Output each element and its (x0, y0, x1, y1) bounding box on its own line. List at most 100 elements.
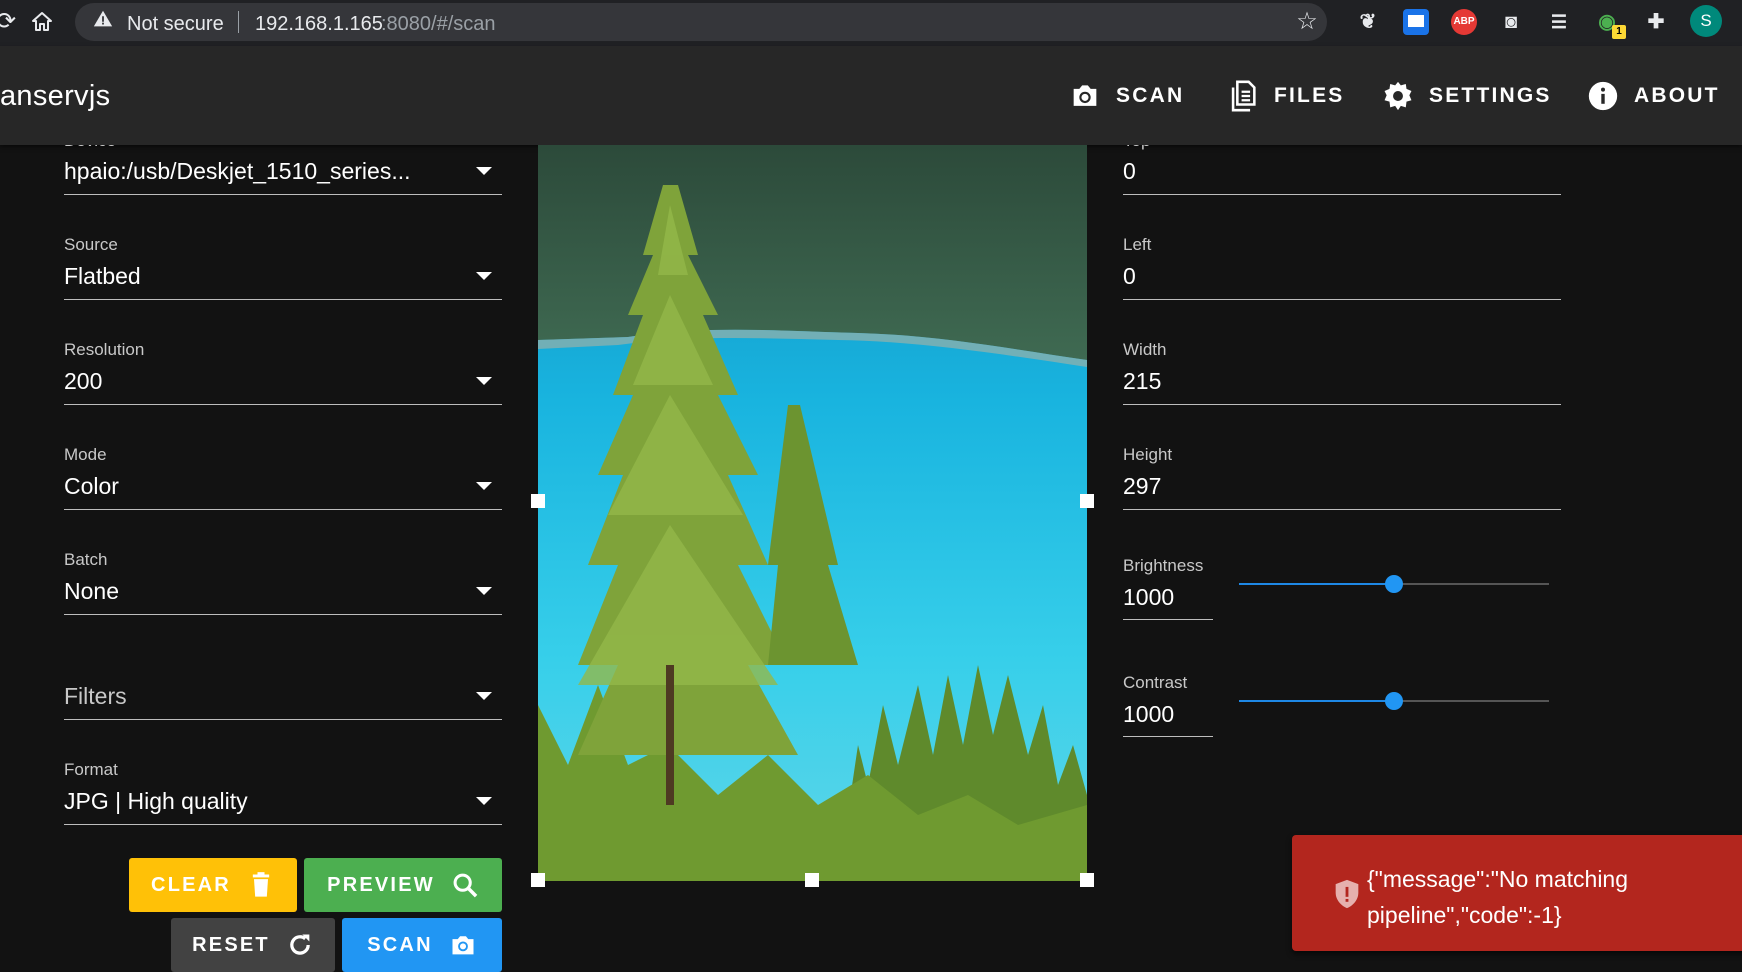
clear-button-label: CLEAR (151, 873, 231, 896)
gear-icon (1384, 81, 1412, 111)
camera-icon (1073, 85, 1097, 106)
scan-button[interactable]: SCAN (342, 918, 502, 972)
shield-alert-icon (1335, 879, 1359, 909)
url-host: 192.168.1.165 (255, 13, 383, 35)
device-value: hpaio:/usb/Deskjet_1510_series... (64, 158, 411, 184)
app-bar: anservjs SCAN FILES SETTINGS ABOUT (0, 46, 1742, 145)
nav-about[interactable]: ABOUT (1586, 74, 1720, 118)
source-value: Flatbed (64, 263, 141, 289)
batch-select[interactable]: Batch None (64, 548, 502, 615)
crop-handle-bottom-left[interactable] (531, 873, 545, 887)
brightness-slider-thumb[interactable] (1385, 575, 1403, 593)
top-input[interactable]: Top 0 (1123, 145, 1561, 195)
chevron-down-icon (476, 797, 492, 805)
omnibox-divider (238, 11, 239, 33)
nav-files[interactable]: FILES (1226, 74, 1345, 118)
width-value: 215 (1123, 368, 1162, 394)
nav-scan[interactable]: SCAN (1068, 74, 1184, 118)
scan-preview-image[interactable] (538, 145, 1087, 881)
batch-label: Batch (64, 550, 108, 569)
error-snackbar[interactable]: {"message":"No matching pipeline","code"… (1292, 835, 1742, 951)
extensions-puzzle-icon[interactable]: ✚ (1643, 9, 1669, 35)
nav-settings-label: SETTINGS (1429, 84, 1552, 107)
extension-camera-icon[interactable]: ◙ (1498, 9, 1524, 35)
top-value: 0 (1123, 158, 1136, 184)
browser-toolbar: ⟳ Not secure 192.168.1.165 :8080/#/scan … (0, 0, 1742, 46)
height-input[interactable]: Height 297 (1123, 443, 1561, 510)
refresh-icon (290, 934, 310, 955)
extension-mask-icon[interactable]: ☰ (1546, 9, 1572, 35)
crop-handle-bottom-right[interactable] (1080, 873, 1094, 887)
trash-icon (252, 872, 270, 897)
extension-globe-icon[interactable]: ◉ 1 (1594, 9, 1626, 39)
contrast-slider-fill (1239, 700, 1394, 702)
contrast-label: Contrast (1123, 673, 1188, 692)
nav-scan-label: SCAN (1116, 84, 1185, 107)
chevron-down-icon (476, 272, 492, 280)
crop-handle-mid-right[interactable] (1080, 494, 1094, 508)
extension-abp-icon[interactable]: ABP (1451, 9, 1477, 35)
error-message: {"message":"No matching pipeline","code"… (1367, 866, 1629, 928)
mode-label: Mode (64, 445, 107, 464)
contrast-slider-thumb[interactable] (1385, 692, 1403, 710)
left-value: 0 (1123, 263, 1136, 289)
resolution-label: Resolution (64, 340, 145, 359)
resolution-value: 200 (64, 368, 103, 394)
brightness-slider[interactable] (1239, 575, 1549, 593)
filters-select[interactable]: Filters (64, 653, 502, 720)
nav-settings[interactable]: SETTINGS (1381, 74, 1552, 118)
preview-button-label: PREVIEW (327, 873, 435, 896)
brightness-value: 1000 (1123, 584, 1175, 610)
width-label: Width (1123, 340, 1167, 359)
mode-select[interactable]: Mode Color (64, 443, 502, 510)
height-label: Height (1123, 445, 1173, 464)
profile-avatar[interactable]: S (1690, 5, 1722, 37)
crop-handle-bottom-center[interactable] (805, 873, 819, 887)
reload-icon[interactable]: ⟳ (0, 8, 20, 36)
chevron-down-icon (476, 587, 492, 595)
warning-icon (89, 8, 117, 36)
url-path: :8080/#/scan (381, 13, 496, 35)
format-select[interactable]: Format JPG | High quality (64, 758, 502, 825)
batch-value: None (64, 578, 119, 604)
contrast-slider[interactable] (1239, 692, 1549, 710)
preview-landscape (538, 145, 1087, 881)
left-input[interactable]: Left 0 (1123, 233, 1561, 300)
format-value: JPG | High quality (64, 788, 248, 814)
nav-about-label: ABOUT (1634, 84, 1720, 107)
bookmark-star-icon[interactable]: ☆ (1293, 8, 1321, 36)
brightness-input[interactable]: Brightness 1000 (1123, 548, 1213, 620)
left-label: Left (1123, 235, 1152, 254)
source-select[interactable]: Source Flatbed (64, 233, 502, 300)
reset-button-label: RESET (192, 933, 270, 956)
extension-badge: 1 (1612, 25, 1626, 39)
crop-handle-mid-left[interactable] (531, 494, 545, 508)
source-label: Source (64, 235, 118, 254)
chevron-down-icon (476, 377, 492, 385)
extension-window-icon[interactable] (1403, 9, 1429, 35)
resolution-select[interactable]: Resolution 200 (64, 338, 502, 405)
contrast-input[interactable]: Contrast 1000 (1123, 665, 1213, 737)
files-icon (1231, 80, 1256, 112)
search-icon (453, 873, 478, 898)
width-input[interactable]: Width 215 (1123, 338, 1561, 405)
nav-files-label: FILES (1274, 84, 1345, 107)
device-select[interactable]: Device hpaio:/usb/Deskjet_1510_series... (64, 145, 502, 195)
reset-button[interactable]: RESET (171, 918, 335, 972)
chevron-down-icon (476, 482, 492, 490)
mode-value: Color (64, 473, 119, 499)
extension-feather-icon[interactable]: ❦ (1355, 9, 1381, 35)
brightness-label: Brightness (1123, 556, 1204, 575)
chevron-down-icon (476, 167, 492, 175)
clear-button[interactable]: CLEAR (129, 858, 297, 912)
height-value: 297 (1123, 473, 1162, 499)
security-label: Not secure (127, 13, 224, 35)
info-icon (1588, 81, 1618, 111)
scan-button-label: SCAN (367, 933, 433, 956)
filters-placeholder: Filters (64, 683, 127, 709)
contrast-value: 1000 (1123, 701, 1175, 727)
preview-button[interactable]: PREVIEW (304, 858, 502, 912)
address-bar[interactable]: Not secure 192.168.1.165 :8080/#/scan ☆ (75, 3, 1327, 41)
home-icon[interactable] (28, 8, 56, 36)
format-label: Format (64, 760, 118, 779)
